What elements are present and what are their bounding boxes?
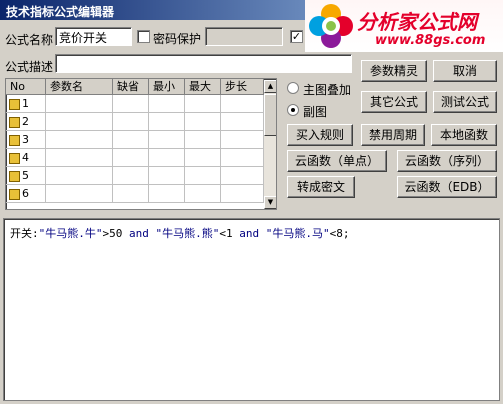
table-cell[interactable] <box>46 95 113 113</box>
subchart-radio[interactable] <box>287 104 299 116</box>
cloud-edb-button[interactable]: 云函数（EDB） <box>397 176 497 198</box>
table-cell[interactable] <box>113 167 149 185</box>
row-icon <box>9 188 20 200</box>
col-header-step: 步长 <box>221 79 264 95</box>
table-cell[interactable] <box>185 113 221 131</box>
formula-name-input[interactable]: 竞价开关 <box>55 27 132 46</box>
row-icon <box>9 134 20 146</box>
flower-logo-icon <box>309 4 353 48</box>
row-icon <box>9 98 20 110</box>
table-cell[interactable] <box>113 113 149 131</box>
scroll-thumb[interactable] <box>264 94 276 136</box>
table-cell[interactable] <box>185 149 221 167</box>
table-cell[interactable] <box>46 131 113 149</box>
brand-url: www.88gs.com <box>375 33 486 48</box>
table-cell[interactable] <box>185 167 221 185</box>
table-cell[interactable] <box>149 131 185 149</box>
table-cell[interactable] <box>46 113 113 131</box>
other-formula-button[interactable]: 其它公式 <box>361 91 427 113</box>
table-cell[interactable] <box>221 131 264 149</box>
col-header-param-name: 参数名 <box>46 79 113 95</box>
row-icon <box>9 152 20 164</box>
table-cell[interactable] <box>46 149 113 167</box>
overlay-radio[interactable] <box>287 82 299 94</box>
table-cell[interactable] <box>149 185 185 203</box>
hidden-checkbox[interactable]: ✓ <box>290 30 303 43</box>
row-icon <box>9 170 20 182</box>
table-cell[interactable] <box>185 95 221 113</box>
buy-rule-button[interactable]: 买入规则 <box>287 124 353 146</box>
brand-name: 分析家公式网 <box>357 10 477 34</box>
window-title: 技术指标公式编辑器 <box>6 5 115 19</box>
table-cell[interactable] <box>113 185 149 203</box>
overlay-radio-label: 主图叠加 <box>303 83 352 97</box>
table-cell[interactable] <box>221 149 264 167</box>
password-input[interactable] <box>205 27 283 46</box>
disable-period-button[interactable]: 禁用周期 <box>361 124 425 146</box>
formula-desc-label: 公式描述 <box>5 60 54 74</box>
table-cell[interactable] <box>46 185 113 203</box>
table-scrollbar[interactable]: ▲ ▼ <box>264 80 276 209</box>
table-cell[interactable] <box>185 131 221 149</box>
table-cell[interactable] <box>221 167 264 185</box>
password-label: 密码保护 <box>153 32 202 46</box>
col-header-max: 最大 <box>185 79 221 95</box>
formula-code-editor[interactable]: 开关:"牛马熊.牛">50 and "牛马熊.熊"<1 and "牛马熊.马"<… <box>3 218 500 401</box>
col-header-default: 缺省 <box>113 79 149 95</box>
password-checkbox[interactable] <box>137 30 150 43</box>
radio-selected-dot <box>291 108 295 112</box>
cancel-button[interactable]: 取消 <box>433 60 497 82</box>
table-cell[interactable] <box>113 149 149 167</box>
table-row[interactable]: 1 <box>6 95 46 113</box>
table-cell[interactable] <box>221 95 264 113</box>
to-cipher-button[interactable]: 转成密文 <box>287 176 355 198</box>
table-cell[interactable] <box>46 167 113 185</box>
formula-desc-input[interactable] <box>55 54 352 73</box>
table-cell[interactable] <box>185 185 221 203</box>
table-row[interactable]: 2 <box>6 113 46 131</box>
scroll-up-icon[interactable]: ▲ <box>264 80 276 93</box>
col-header-min: 最小 <box>149 79 185 95</box>
cloud-single-button[interactable]: 云函数（单点） <box>287 150 387 172</box>
row-icon <box>9 116 20 128</box>
scroll-down-icon[interactable]: ▼ <box>264 196 276 209</box>
table-cell[interactable] <box>113 95 149 113</box>
table-cell[interactable] <box>221 113 264 131</box>
table-cell[interactable] <box>149 149 185 167</box>
local-function-button[interactable]: 本地函数 <box>431 124 497 146</box>
col-header-no: No <box>6 79 46 95</box>
table-cell[interactable] <box>149 95 185 113</box>
table-row[interactable]: 6 <box>6 185 46 203</box>
table-cell[interactable] <box>149 167 185 185</box>
param-wizard-button[interactable]: 参数精灵 <box>361 60 427 82</box>
subchart-radio-label: 副图 <box>303 105 328 119</box>
formula-name-label: 公式名称 <box>5 33 54 47</box>
table-row[interactable]: 4 <box>6 149 46 167</box>
table-cell[interactable] <box>149 113 185 131</box>
param-table: No 参数名 缺省 最小 最大 步长 1 2 3 4 5 6 ▲ ▼ <box>5 78 277 210</box>
table-row[interactable]: 5 <box>6 167 46 185</box>
table-cell[interactable] <box>221 185 264 203</box>
test-formula-button[interactable]: 测试公式 <box>433 91 497 113</box>
brand-logo: 分析家公式网 www.88gs.com <box>305 0 503 52</box>
cloud-sequence-button[interactable]: 云函数（序列） <box>397 150 497 172</box>
table-cell[interactable] <box>113 131 149 149</box>
table-row[interactable]: 3 <box>6 131 46 149</box>
